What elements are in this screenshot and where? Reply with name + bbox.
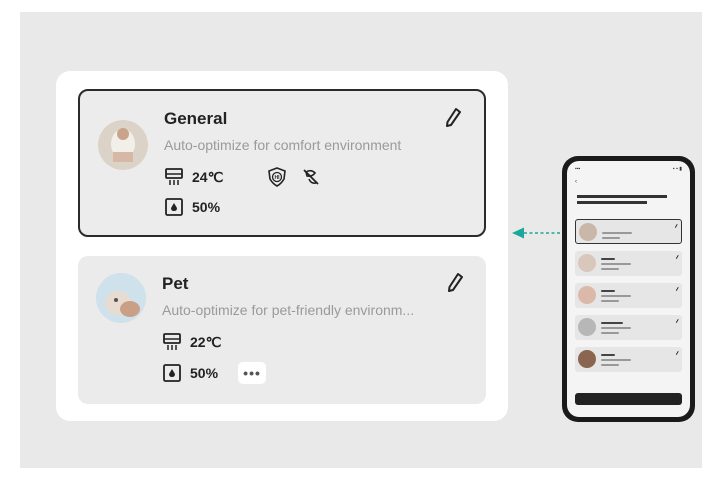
card-description: Auto-optimize for pet-friendly environm.… bbox=[162, 302, 415, 318]
humidity-row: 50% bbox=[164, 197, 220, 217]
phone-item-line bbox=[601, 359, 631, 361]
ac-unit-icon bbox=[165, 168, 183, 185]
temperature-row: 24℃ HI bbox=[164, 167, 321, 187]
temperature-row: 22℃ bbox=[162, 332, 221, 352]
phone-item-line bbox=[601, 354, 615, 356]
no-fan-icon bbox=[303, 169, 319, 185]
phone-screen: ▪▪▪ ▪ ▪ ▮ ‹ bbox=[567, 161, 690, 417]
edit-icon[interactable] bbox=[444, 107, 462, 127]
phone-item-line bbox=[601, 364, 619, 366]
phone-item-avatar bbox=[578, 286, 596, 304]
phone-item-line bbox=[601, 295, 631, 297]
phone-item-avatar bbox=[578, 350, 596, 368]
humidity-row: 50% ••• bbox=[162, 362, 267, 384]
phone-item-winter-sleep bbox=[575, 315, 682, 340]
phone-item-avatar bbox=[578, 254, 596, 272]
phone-item-cozy bbox=[575, 283, 682, 308]
phone-item-line bbox=[602, 237, 620, 239]
pet-avatar bbox=[96, 273, 146, 323]
card-description: Auto-optimize for comfort environment bbox=[164, 137, 402, 153]
phone-item-line bbox=[601, 300, 619, 302]
humidity-value: 50% bbox=[190, 365, 219, 381]
plan-card-pet[interactable]: Pet Auto-optimize for pet-friendly envir… bbox=[78, 256, 486, 404]
phone-item-line bbox=[602, 232, 632, 234]
phone-edit-icon bbox=[672, 285, 679, 291]
card-title: General bbox=[164, 109, 228, 128]
phone-item-avatar bbox=[578, 318, 596, 336]
phone-status-bar: ▪▪▪ ▪ ▪ ▮ bbox=[575, 166, 682, 172]
phone-item-avatar bbox=[579, 223, 597, 241]
phone-item-line bbox=[601, 322, 623, 324]
phone-edit-icon bbox=[672, 317, 679, 323]
shield-hi-icon: HI bbox=[268, 167, 287, 187]
phone-item-pet bbox=[575, 251, 682, 276]
svg-text:HI: HI bbox=[275, 175, 281, 181]
phone-item-line bbox=[601, 258, 615, 260]
phone-item-line bbox=[601, 332, 619, 334]
general-avatar bbox=[98, 120, 148, 170]
phone-title-lines bbox=[577, 195, 677, 204]
phone-item-baby bbox=[575, 347, 682, 372]
phone-item-line bbox=[601, 290, 615, 292]
phone-item-line bbox=[601, 268, 619, 270]
phone-item-line bbox=[601, 263, 631, 265]
phone-mockup: ▪▪▪ ▪ ▪ ▮ ‹ bbox=[562, 156, 695, 422]
plan-card-general[interactable]: General Auto-optimize for comfort enviro… bbox=[78, 89, 486, 237]
ac-unit-icon bbox=[163, 333, 181, 350]
phone-item-line bbox=[601, 327, 631, 329]
card-title: Pet bbox=[162, 274, 189, 293]
phone-edit-icon bbox=[672, 253, 679, 259]
phone-item-general bbox=[575, 219, 682, 244]
humidity-icon bbox=[165, 198, 183, 216]
humidity-icon bbox=[163, 364, 181, 382]
phone-edit-icon bbox=[672, 349, 679, 355]
edit-icon[interactable] bbox=[446, 272, 464, 292]
temperature-value: 24℃ bbox=[192, 168, 224, 185]
phone-edit-icon bbox=[671, 222, 678, 228]
humidity-value: 50% bbox=[192, 199, 221, 215]
phone-bottom-button bbox=[575, 393, 682, 405]
temperature-value: 22℃ bbox=[190, 333, 222, 350]
more-options-button[interactable]: ••• bbox=[238, 362, 267, 384]
back-chevron-icon: ‹ bbox=[575, 179, 577, 185]
